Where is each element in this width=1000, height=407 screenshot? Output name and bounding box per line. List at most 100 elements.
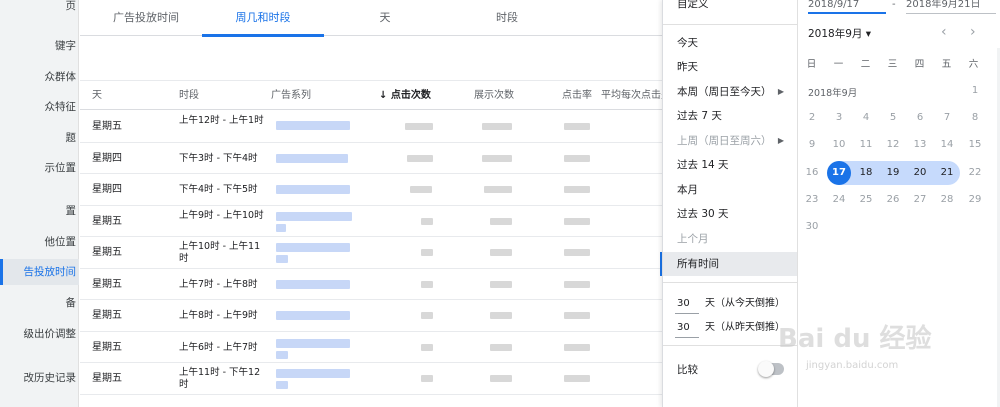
menu-item-this-month[interactable]: 本月 [663, 178, 798, 202]
menu-item-last-week[interactable]: 上周（周日至周六） ▶ [663, 129, 798, 153]
ctr-value-blurred [564, 123, 590, 130]
campaign-name-blurred[interactable] [276, 153, 348, 163]
menu-item-custom[interactable]: 自定义 [663, 0, 798, 16]
calendar-day[interactable]: 16 [801, 162, 823, 184]
column-hour[interactable]: 时段 [179, 81, 199, 111]
menu-item-yesterday[interactable]: 昨天 [663, 55, 798, 79]
days-from-today-input[interactable]: 30 [675, 294, 699, 314]
calendar-day[interactable]: 26 [882, 189, 904, 211]
campaign-name-blurred[interactable] [276, 243, 350, 252]
calendar-day-range-start[interactable]: 17 [827, 161, 851, 185]
calendar-day[interactable]: 30 [801, 216, 823, 238]
campaign-name-blurred[interactable] [276, 369, 350, 378]
tab-hour[interactable]: 时段 [446, 0, 568, 36]
column-avg-cpc[interactable]: 平均每次点击费用 [601, 81, 662, 111]
table-header: 天 时段 广告系列 ↓ 点击次数 展示次数 点击率 平均每次点击费用 [80, 80, 662, 110]
campaign-name-blurred[interactable] [276, 121, 350, 130]
calendar-day[interactable]: 14 [936, 134, 958, 156]
tab-ad-schedule[interactable]: 广告投放时间 [90, 0, 202, 36]
calendar-day[interactable]: 28 [936, 189, 958, 211]
calendar-day[interactable]: 4 [855, 107, 877, 129]
calendar-day[interactable]: 6 [909, 107, 931, 129]
month-selector[interactable]: 2018年9月 ▾ [808, 28, 871, 40]
menu-item-last-7-days[interactable]: 过去 7 天 [663, 104, 798, 128]
table-row: 星期五 上午12时 - 上午1时 [80, 111, 662, 143]
next-month-icon[interactable]: › [970, 24, 976, 40]
campaign-name-blurred[interactable] [276, 311, 350, 320]
menu-item-today[interactable]: 今天 [663, 31, 798, 55]
menu-item-last-month[interactable]: 上个月 [663, 227, 798, 251]
sidebar-item-change-history[interactable]: 改历史记录 [0, 365, 79, 391]
calendar-day[interactable]: 9 [801, 134, 823, 156]
column-impressions[interactable]: 展示次数 [474, 81, 514, 111]
calendar-day[interactable]: 22 [964, 162, 986, 184]
impressions-value-blurred [490, 249, 512, 256]
calendar-day[interactable]: 11 [855, 134, 877, 156]
sidebar-item-topics[interactable]: 题 [0, 125, 79, 151]
end-date-input[interactable]: 2018年9月21日 [906, 0, 996, 14]
row-day: 星期五 [92, 373, 122, 384]
impressions-value-blurred [482, 123, 512, 130]
row-day: 星期五 [92, 310, 122, 321]
calendar-day[interactable]: 7 [936, 107, 958, 129]
row-hour: 上午10时 - 上午11时 [179, 241, 261, 264]
sidebar-item-settings[interactable]: 置 [0, 198, 79, 224]
column-ctr[interactable]: 点击率 [562, 81, 592, 111]
calendar-day[interactable]: 8 [964, 107, 986, 129]
calendar-day[interactable]: 3 [828, 107, 850, 129]
calendar-day[interactable]: 29 [964, 189, 986, 211]
table-row: 星期四 下午4时 - 下午5时 [80, 174, 662, 206]
impressions-value-blurred [490, 312, 512, 319]
row-hour: 上午8时 - 上午9时 [179, 310, 258, 321]
calendar-day-in-range[interactable]: 18 [855, 162, 877, 184]
impressions-value-blurred [482, 154, 512, 162]
sidebar-item-ad-schedule[interactable]: 告投放时间 [0, 259, 79, 285]
days-from-yesterday-input[interactable]: 30 [675, 318, 699, 338]
sidebar-item-devices[interactable]: 备 [0, 290, 79, 316]
ctr-value-blurred [564, 154, 590, 162]
sidebar-item-placements[interactable]: 示位置 [0, 155, 79, 181]
calendar-day[interactable]: 13 [909, 134, 931, 156]
campaign-name-blurred-line2 [276, 381, 288, 389]
prev-month-icon[interactable]: ‹ [941, 24, 947, 40]
start-date-input[interactable]: 2018/9/17 [808, 0, 886, 14]
calendar-day-in-range[interactable]: 20 [909, 162, 931, 184]
calendar-day-range-end[interactable]: 21 [936, 162, 958, 184]
ctr-value-blurred [564, 186, 590, 193]
menu-item-last-14-days[interactable]: 过去 14 天 [663, 153, 798, 177]
calendar-day[interactable]: 2 [801, 107, 823, 129]
column-clicks[interactable]: ↓ 点击次数 [379, 81, 431, 111]
menu-item-this-week[interactable]: 本周（周日至今天） ▶ [663, 80, 798, 104]
tab-day[interactable]: 天 [324, 0, 446, 36]
calendar-day[interactable]: 12 [882, 134, 904, 156]
sidebar-item-demographics[interactable]: 众特征 [0, 94, 79, 120]
menu-item-last-30-days[interactable]: 过去 30 天 [663, 202, 798, 226]
calendar-month-label: 2018年9月 [808, 88, 858, 99]
calendar-day-in-range[interactable]: 19 [882, 162, 904, 184]
calendar-day[interactable]: 24 [828, 189, 850, 211]
sidebar-item-bid-adjustments[interactable]: 级出价调整 [0, 321, 79, 347]
campaign-name-blurred[interactable] [276, 279, 350, 289]
compare-toggle[interactable] [758, 361, 784, 377]
calendar-day[interactable]: 10 [828, 134, 850, 156]
calendar-day[interactable]: 1 [964, 80, 986, 102]
column-day[interactable]: 天 [92, 81, 102, 111]
menu-item-all-time[interactable]: 所有时间 [663, 252, 798, 276]
table-row: 星期五 上午10时 - 上午11时 [80, 237, 662, 269]
sidebar-item-audiences[interactable]: 众群体 [0, 64, 79, 90]
clicks-value-blurred [421, 343, 433, 351]
campaign-name-blurred[interactable] [276, 185, 350, 194]
calendar-day[interactable]: 5 [882, 107, 904, 129]
calendar-day[interactable]: 15 [964, 134, 986, 156]
impressions-value-blurred [490, 375, 512, 382]
campaign-name-blurred[interactable] [276, 338, 350, 348]
sidebar-item-overview[interactable]: 页 [0, 0, 79, 19]
column-campaign[interactable]: 广告系列 [271, 81, 311, 111]
calendar-day[interactable]: 25 [855, 189, 877, 211]
campaign-name-blurred[interactable] [276, 211, 352, 221]
calendar-day[interactable]: 23 [801, 189, 823, 211]
tab-day-and-hour[interactable]: 周几和时段 [202, 0, 324, 37]
sidebar-item-locations[interactable]: 他位置 [0, 229, 79, 255]
calendar-day[interactable]: 27 [909, 189, 931, 211]
sidebar-item-keywords[interactable]: 键字 [0, 33, 79, 59]
